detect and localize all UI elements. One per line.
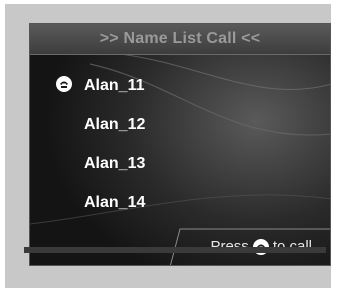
list-item[interactable]: Alan_12 — [30, 105, 330, 144]
name-list-screen: >> Name List Call << Alan_11 Alan_12 Ala… — [29, 23, 331, 266]
list-item-label: Alan_12 — [84, 115, 146, 133]
list-item[interactable]: Alan_11 — [30, 66, 330, 105]
device-frame: >> Name List Call << Alan_11 Alan_12 Ala… — [5, 4, 331, 288]
list-item[interactable]: Alan_13 — [30, 144, 330, 183]
screen-bottom-strip — [24, 247, 326, 253]
list-item[interactable]: Alan_14 — [30, 183, 330, 222]
call-icon — [56, 76, 72, 92]
title-bar: >> Name List Call << — [30, 24, 330, 55]
name-list: Alan_11 Alan_12 Alan_13 Alan_14 — [30, 66, 330, 222]
list-item-label: Alan_13 — [84, 154, 146, 172]
list-item-label: Alan_14 — [84, 193, 146, 211]
page-title: >> Name List Call << — [99, 30, 261, 47]
list-item-label: Alan_11 — [84, 76, 145, 94]
